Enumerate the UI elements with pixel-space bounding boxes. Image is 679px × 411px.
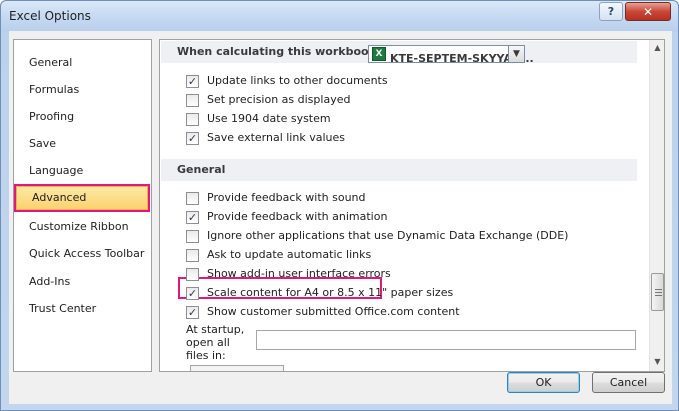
startup-folder-input[interactable] (256, 330, 636, 350)
startup-label: At startup, open all files in: (186, 323, 245, 362)
excel-workbook-icon: X (372, 47, 386, 61)
excel-options-dialog: Excel Options ? ✕ General Formulas Proof… (0, 0, 679, 411)
dialog-body: General Formulas Proofing Save Language … (9, 31, 672, 404)
nav-item-proofing[interactable]: Proofing (14, 106, 151, 128)
general-section-header: General (161, 159, 637, 181)
workbook-select[interactable]: X KTE-SEPTEM-SKYYAN... ▼ (368, 45, 534, 65)
checkbox-checked[interactable]: ✓ (186, 211, 199, 224)
nav-item-add-ins[interactable]: Add-Ins (14, 271, 151, 293)
options-scrollbar[interactable]: ▲ ▼ (649, 40, 664, 371)
grip-line (655, 295, 662, 296)
option-label: Update links to other documents (207, 74, 388, 87)
close-button[interactable]: ✕ (625, 2, 671, 21)
nav-item-customize-ribbon[interactable]: Customize Ribbon (14, 216, 151, 238)
ok-button[interactable]: OK (507, 372, 580, 393)
checkbox-checked[interactable]: ✓ (186, 306, 199, 319)
calc-section-header: When calculating this workbook: X KTE-SE… (161, 41, 637, 65)
cancel-button[interactable]: Cancel (592, 372, 665, 393)
checkbox-checked[interactable]: ✓ (186, 132, 199, 145)
title-bar: Excel Options ? ✕ (1, 1, 678, 32)
checkbox-checked[interactable]: ✓ (186, 75, 199, 88)
web-options-button[interactable] (190, 365, 284, 371)
option-label: Provide feedback with sound (207, 191, 366, 204)
nav-item-quick-access-toolbar[interactable]: Quick Access Toolbar (14, 243, 151, 265)
option-label: Ignore other applications that use Dynam… (207, 229, 569, 242)
checkbox-unchecked[interactable] (186, 230, 199, 243)
dropdown-arrow-icon[interactable]: ▼ (508, 46, 524, 62)
option-label: Set precision as displayed (207, 93, 351, 106)
nav-item-language[interactable]: Language (14, 160, 151, 182)
scroll-down-icon[interactable]: ▼ (650, 354, 664, 370)
option-label: Scale content for A4 or 8.5 x 11" paper … (207, 286, 454, 299)
option-label: Show customer submitted Office.com conte… (207, 305, 460, 318)
help-button[interactable]: ? (599, 2, 623, 21)
checkbox-unchecked[interactable] (186, 113, 199, 126)
nav-item-formulas[interactable]: Formulas (14, 79, 151, 101)
option-label: Save external link values (207, 131, 345, 144)
option-label: Provide feedback with animation (207, 210, 388, 223)
nav-item-trust-center[interactable]: Trust Center (14, 298, 151, 320)
scrollbar-thumb[interactable] (651, 273, 664, 311)
option-label: Show add-in user interface errors (207, 267, 391, 280)
category-list: General Formulas Proofing Save Language … (13, 39, 152, 372)
checkbox-unchecked[interactable] (186, 268, 199, 281)
checkbox-checked[interactable]: ✓ (186, 287, 199, 300)
window-title: Excel Options (9, 9, 91, 23)
nav-item-advanced[interactable]: Advanced (14, 184, 150, 212)
calc-section-label: When calculating this workbook: (177, 45, 381, 58)
nav-item-save[interactable]: Save (14, 133, 151, 155)
grip-line (655, 289, 662, 290)
checkbox-unchecked[interactable] (186, 249, 199, 262)
checkbox-unchecked[interactable] (186, 94, 199, 107)
options-panel: When calculating this workbook: X KTE-SE… (159, 39, 665, 372)
checkbox-unchecked[interactable] (186, 192, 199, 205)
option-label: Use 1904 date system (207, 112, 331, 125)
grip-line (655, 292, 662, 293)
nav-item-general[interactable]: General (14, 52, 151, 74)
scroll-up-icon[interactable]: ▲ (650, 40, 664, 56)
option-label: Ask to update automatic links (207, 248, 372, 261)
